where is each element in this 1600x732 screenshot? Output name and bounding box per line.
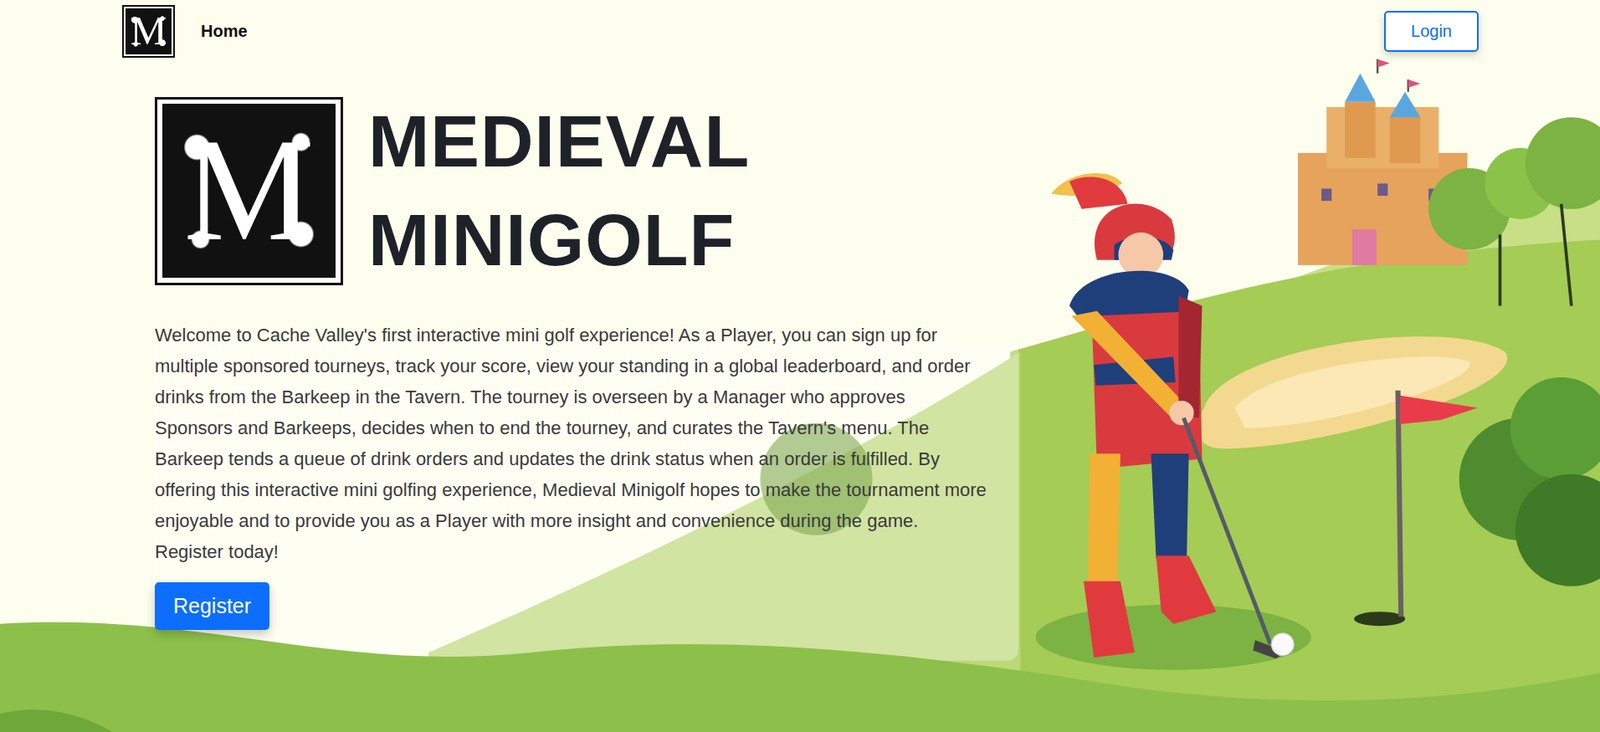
nav-logo: M xyxy=(122,5,175,58)
hero-heading: MMEDIEVALMINIGOLF xyxy=(154,92,1600,290)
login-button[interactable]: Login xyxy=(1384,10,1479,52)
register-button[interactable]: Register xyxy=(154,582,270,631)
jester-icon xyxy=(1035,173,1312,671)
nav-link[interactable]: Home xyxy=(200,21,248,42)
hero-description: Welcome to Cache Valley's first interact… xyxy=(154,319,988,568)
hero-title: MEDIEVALMINIGOLF xyxy=(368,92,750,290)
page-content: MHomeLoginMMEDIEVALMINIGOLFWelcome to Ca… xyxy=(0,0,1600,631)
title-line: MEDIEVAL xyxy=(368,92,750,191)
hero-logo: M xyxy=(154,97,344,286)
hero: MMEDIEVALMINIGOLFWelcome to Cache Valley… xyxy=(0,58,1600,631)
title-line: MINIGOLF xyxy=(368,190,750,290)
flag-icon xyxy=(1353,390,1478,627)
navbar: M Home Login xyxy=(0,0,1600,59)
sand-trap-icon xyxy=(1198,336,1508,449)
logo-letter: M xyxy=(125,8,172,55)
nav-left: M Home xyxy=(122,5,248,58)
logo-letter: M xyxy=(162,103,337,278)
landing-page: MHomeLoginMMEDIEVALMINIGOLFWelcome to Ca… xyxy=(0,0,1600,732)
